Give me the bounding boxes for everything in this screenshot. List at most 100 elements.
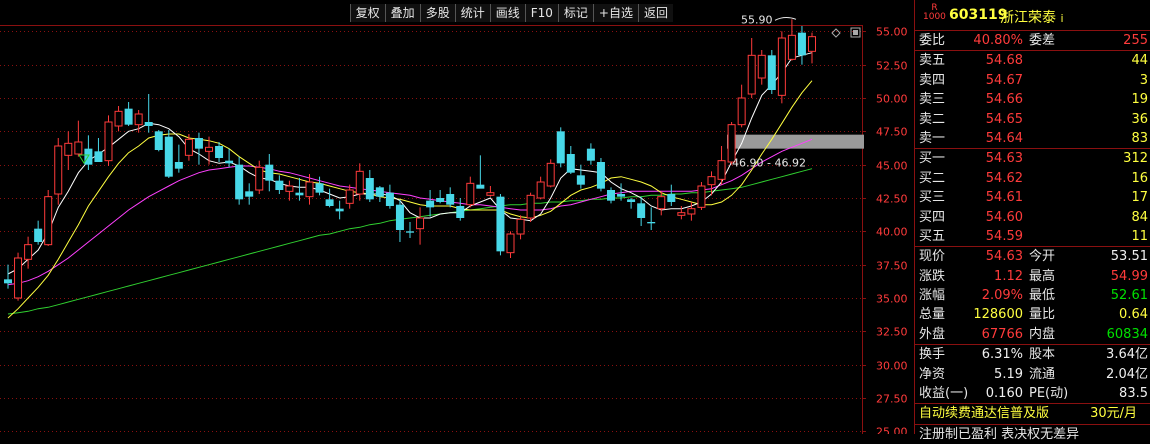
window-icon-inner [853,30,858,35]
y-tick-label: 32.50 [876,326,908,339]
candle-body [607,190,615,201]
high-price-label: 55.90 [741,13,773,26]
candle-body [516,218,525,235]
promo-price[interactable]: 30元/月 [1090,404,1137,423]
toolbar-button-6[interactable]: 标记 [557,4,593,22]
candle-body [305,181,314,198]
candle-body [24,244,33,260]
candle-body [617,194,626,197]
buy-order-row[interactable]: 买三 54.61 17 [915,188,1150,207]
support-band [727,134,864,149]
candle-body [335,208,344,212]
diamond-icon [831,28,841,38]
candle-body [355,170,364,195]
stat-value: 52.61 [1110,288,1148,304]
promo-text[interactable]: 自动续费通达信普及版 [919,404,1049,423]
toolbar-button-4[interactable]: 画线 [489,4,525,22]
sell-order-price: 54.67 [985,72,1023,88]
stat-label: 总量 [919,307,946,323]
buy-orders: 买一 54.63 312 买二 54.62 16 买三 54.61 17 买四 54.60 84 买五 5… [915,149,1150,248]
y-tick-label: 27.50 [876,393,908,406]
candle-body [104,121,113,162]
kline-chart-area[interactable]: 55.00 52.50 50.00 47.50 45.00 42.50 40.00 37.50… [0,0,913,434]
sell-order-row[interactable]: 卖三 54.66 19 [915,90,1150,109]
weicha-value: 255 [1123,33,1148,48]
price-stats: 现价 54.63 今开 53.51 涨跌 1.12 最高 54.99 涨幅 2.09% 最低 52.6… [915,247,1150,346]
stat-row: 外盘 67766 内盘 60834 [915,325,1150,346]
stat-value: 1.12 [994,268,1023,284]
sell-orders: 卖五 54.68 44 卖四 54.67 3 卖三 54.66 19 卖二 54.65 36 卖一 54.… [915,51,1150,150]
buy-order-label: 买二 [919,170,946,186]
buy-order-label: 买三 [919,190,946,206]
y-tick-label: 47.50 [876,126,908,139]
stock-code[interactable]: 603119 [949,7,1007,23]
candle-body [576,175,585,185]
buy-order-row[interactable]: 买四 54.60 84 [915,208,1150,227]
weicha-label: 委差 [1029,33,1056,48]
buy-order-price: 54.61 [985,190,1023,206]
candle-body [627,199,636,202]
candle-body [144,122,153,126]
toolbar-button-5[interactable]: F10 [524,4,558,22]
kline-chart[interactable]: 55.00 52.50 50.00 47.50 45.00 42.50 40.00 37.50… [0,0,913,434]
sell-order-row[interactable]: 卖一 54.64 83 [915,129,1150,150]
candle-body [476,184,485,189]
candle-body [436,198,445,202]
ma5-line [7,52,813,275]
fund-row: 收益(一) 0.160 PE(动) 83.5 [915,384,1150,405]
stat-label: 内盘 [1029,326,1056,342]
candle-body [285,185,294,192]
sell-order-row[interactable]: 卖四 54.67 3 [915,71,1150,90]
stat-label: 现价 [919,249,946,265]
buy-order-row[interactable]: 买二 54.62 16 [915,169,1150,188]
toolbar-button-8[interactable]: 返回 [637,4,673,22]
fund-label: 换手 [919,347,946,363]
candle-body [375,187,384,197]
sell-order-volume: 19 [1131,92,1148,108]
candle-body [697,185,706,208]
candle-body [416,217,425,230]
toolbar-button-0[interactable]: 复权 [349,4,385,22]
candle-body [365,178,374,200]
fund-row: 换手 6.31% 股本 3.64亿 [915,345,1150,364]
toolbar-button-3[interactable]: 统计 [454,4,490,22]
candle-body [556,131,565,164]
y-tick-label: 30.00 [876,360,908,373]
promo-row[interactable]: 自动续费通达信普及版 30元/月 [915,404,1150,425]
candle-body [164,136,173,177]
stat-row: 涨幅 2.09% 最低 52.61 [915,286,1150,305]
stat-value: 54.99 [1110,268,1148,284]
stat-value: 60834 [1106,326,1148,342]
candle-body [4,279,12,284]
toolbar-button-1[interactable]: 叠加 [384,4,420,22]
sell-order-price: 54.65 [985,111,1023,127]
candle-body [406,231,414,233]
candle-body [586,148,595,161]
stock-name-text: 浙江荣泰 [1000,10,1056,26]
fund-value: 6.31% [981,347,1023,363]
candle-body [124,108,133,125]
sell-order-volume: 36 [1131,111,1148,127]
range-label: 46.90 - 46.92 [732,157,806,170]
buy-order-volume: 312 [1123,151,1148,167]
buy-order-row[interactable]: 买一 54.63 312 [915,149,1150,168]
toolbar-button-7[interactable]: +自选 [592,4,638,22]
candle-body [596,162,605,189]
stat-value: 128600 [973,307,1023,323]
buy-order-row[interactable]: 买五 54.59 11 [915,227,1150,248]
candle-body [64,142,73,156]
fund-value: 2.04亿 [1106,366,1148,382]
candle-body [225,160,234,164]
stat-label: 最高 [1029,268,1056,284]
stock-name[interactable]: 浙江荣泰 i [1000,7,1064,27]
sell-order-row[interactable]: 卖五 54.68 44 [915,51,1150,70]
fund-label: 收益(一) [919,386,969,402]
info-icon[interactable]: i [1060,12,1063,25]
candle-body [275,180,284,190]
sell-order-row[interactable]: 卖二 54.65 36 [915,110,1150,129]
weibi-row: 委比 40.80% 委差 255 [915,31,1150,52]
chart-toolbar: 复权 叠加 多股 统计 画线 F10 标记 +自选 返回 [349,4,673,22]
fund-label: 净资 [919,366,946,382]
candle-body [395,204,404,230]
toolbar-button-2[interactable]: 多股 [419,4,455,22]
